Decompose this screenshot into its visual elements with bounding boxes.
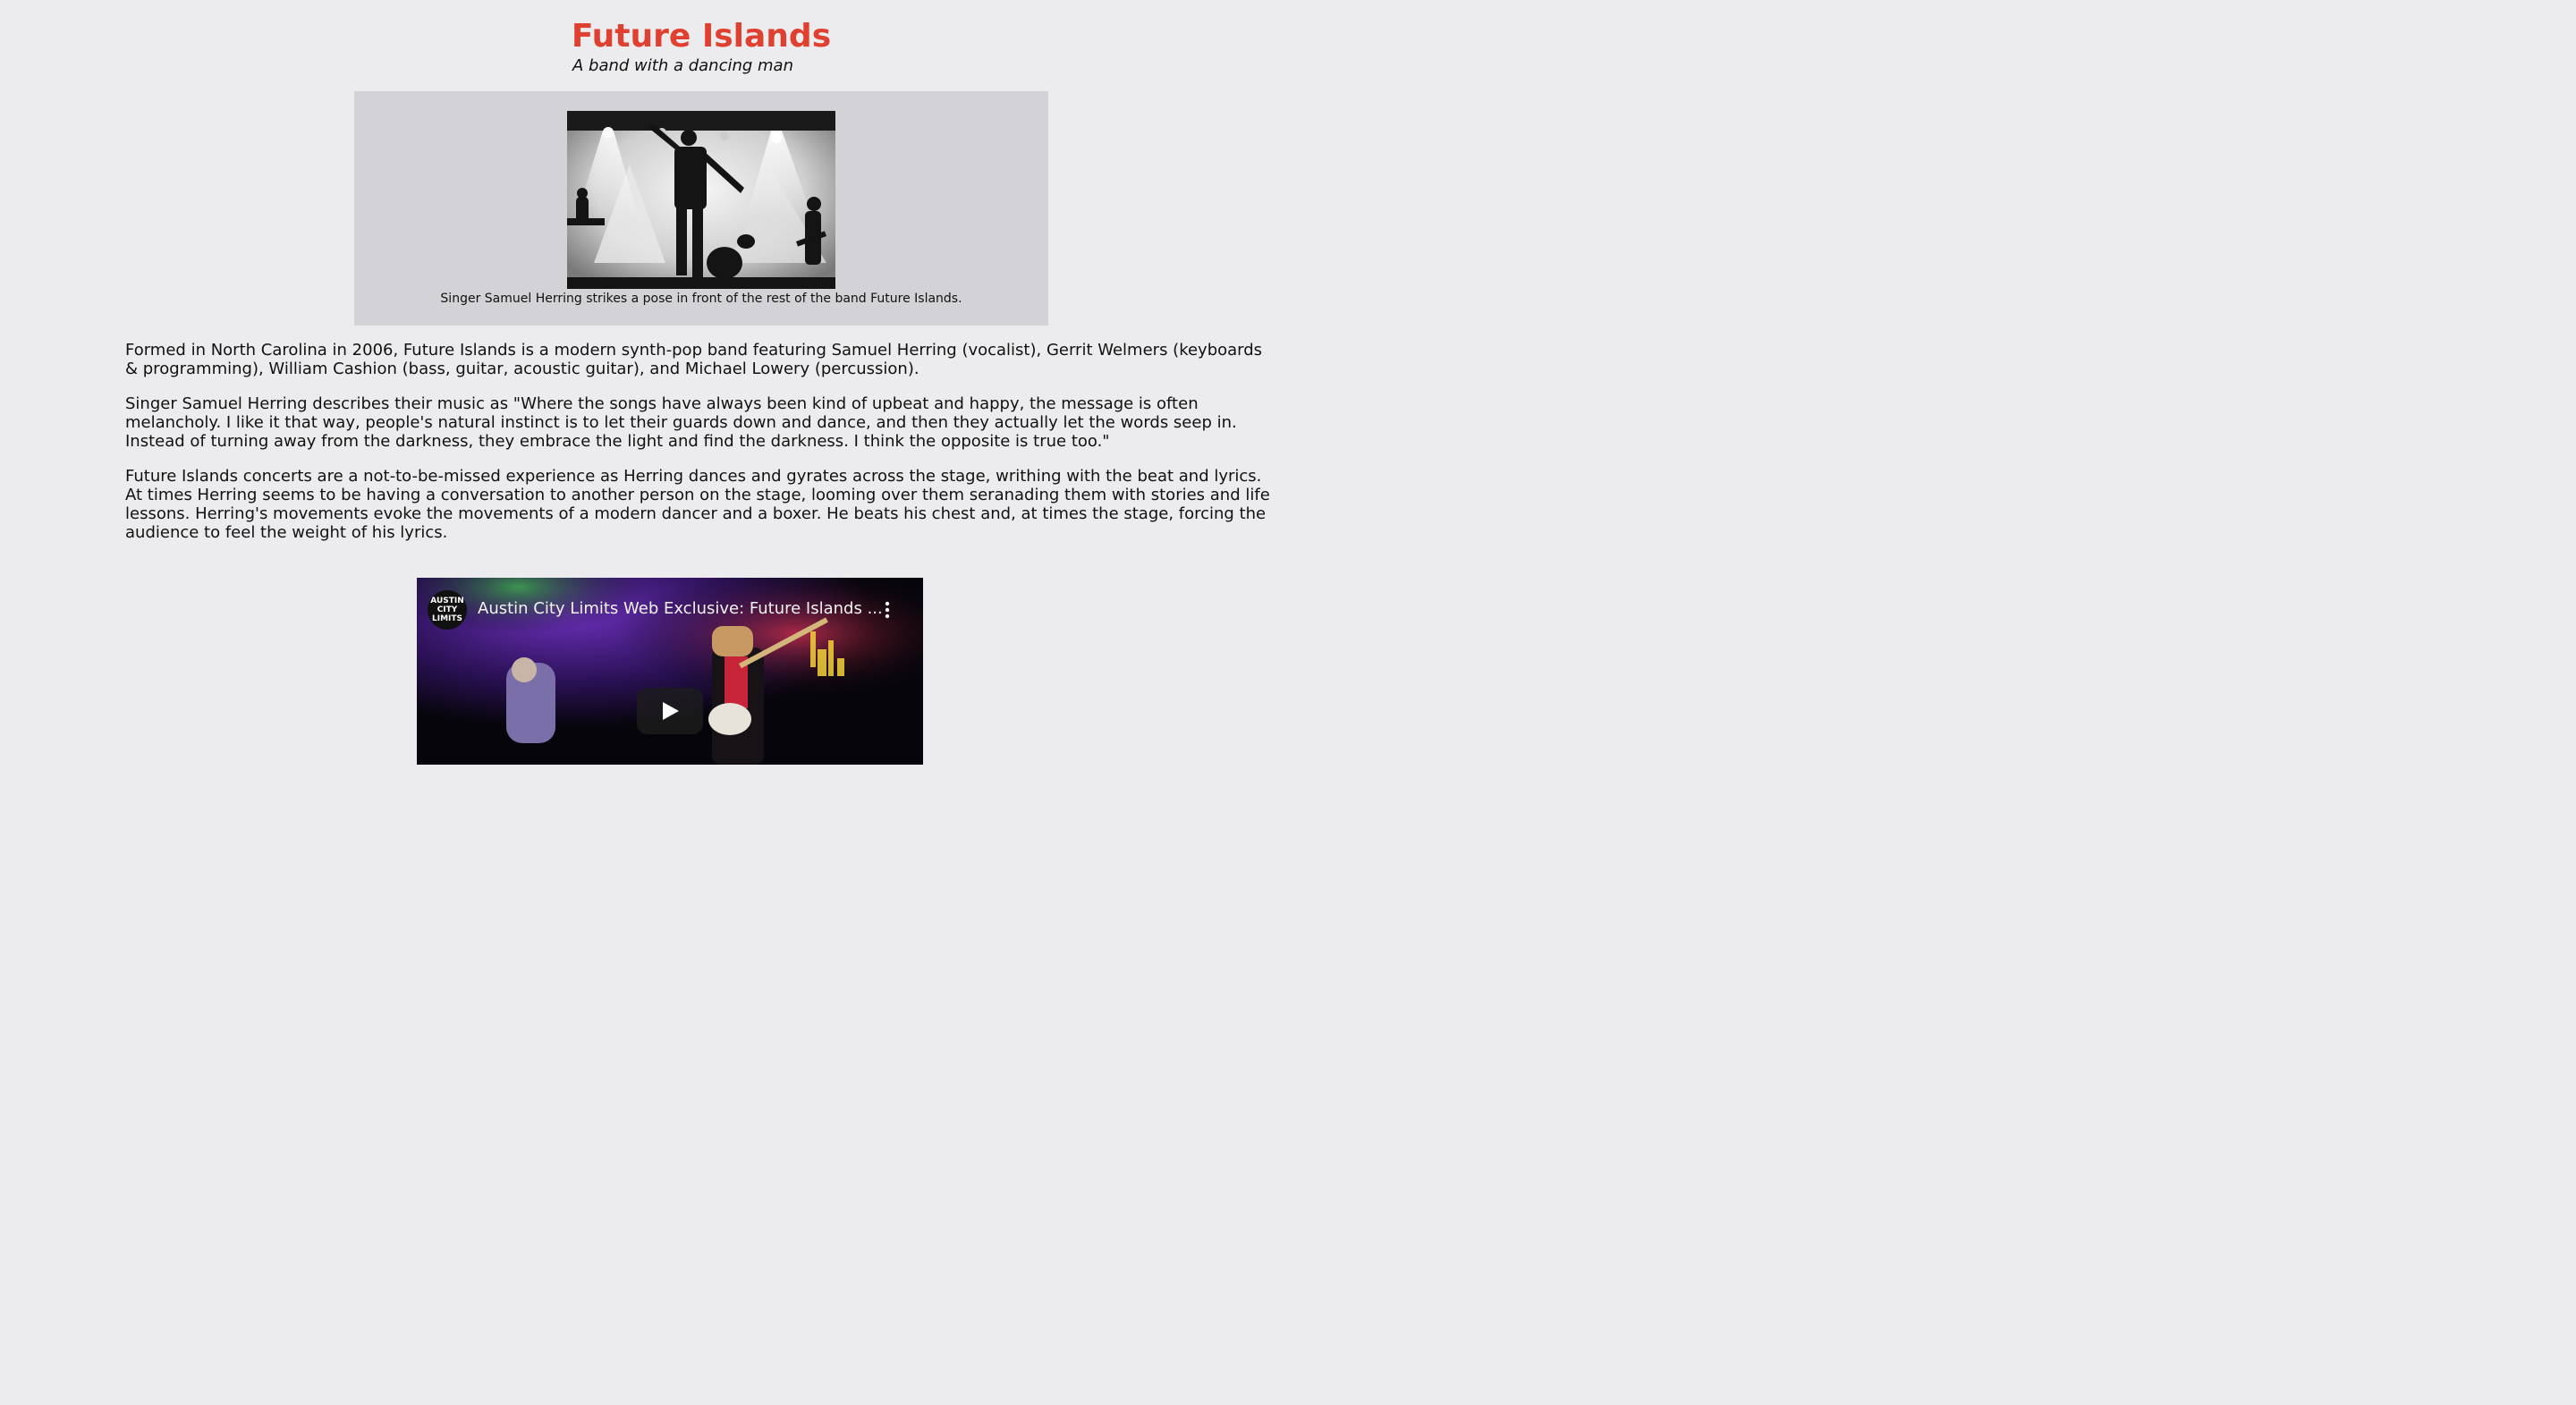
article-paragraph-3: Future Islands concerts are a not-to-be-…	[125, 467, 1270, 542]
page: Future Islands A band with a dancing man	[0, 0, 1402, 765]
video-embed[interactable]: AUSTIN CITY LIMITS Austin City Limits We…	[417, 578, 923, 765]
channel-logo[interactable]: AUSTIN CITY LIMITS	[428, 590, 467, 630]
band-photo	[567, 111, 835, 289]
page-subtitle: A band with a dancing man	[572, 56, 793, 75]
play-icon	[663, 702, 679, 720]
figure: Singer Samuel Herring strikes a pose in …	[354, 91, 1048, 326]
article-paragraph-1: Formed in North Carolina in 2006, Future…	[125, 341, 1263, 378]
page-title: Future Islands	[571, 18, 832, 55]
more-vert-icon[interactable]	[882, 601, 893, 619]
article-paragraph-2: Singer Samuel Herring describes their mu…	[125, 394, 1237, 451]
band-photo-image	[567, 111, 835, 289]
play-button[interactable]	[637, 688, 703, 734]
figure-caption: Singer Samuel Herring strikes a pose in …	[440, 292, 962, 306]
video-title[interactable]: Austin City Limits Web Exclusive: Future…	[478, 599, 883, 619]
